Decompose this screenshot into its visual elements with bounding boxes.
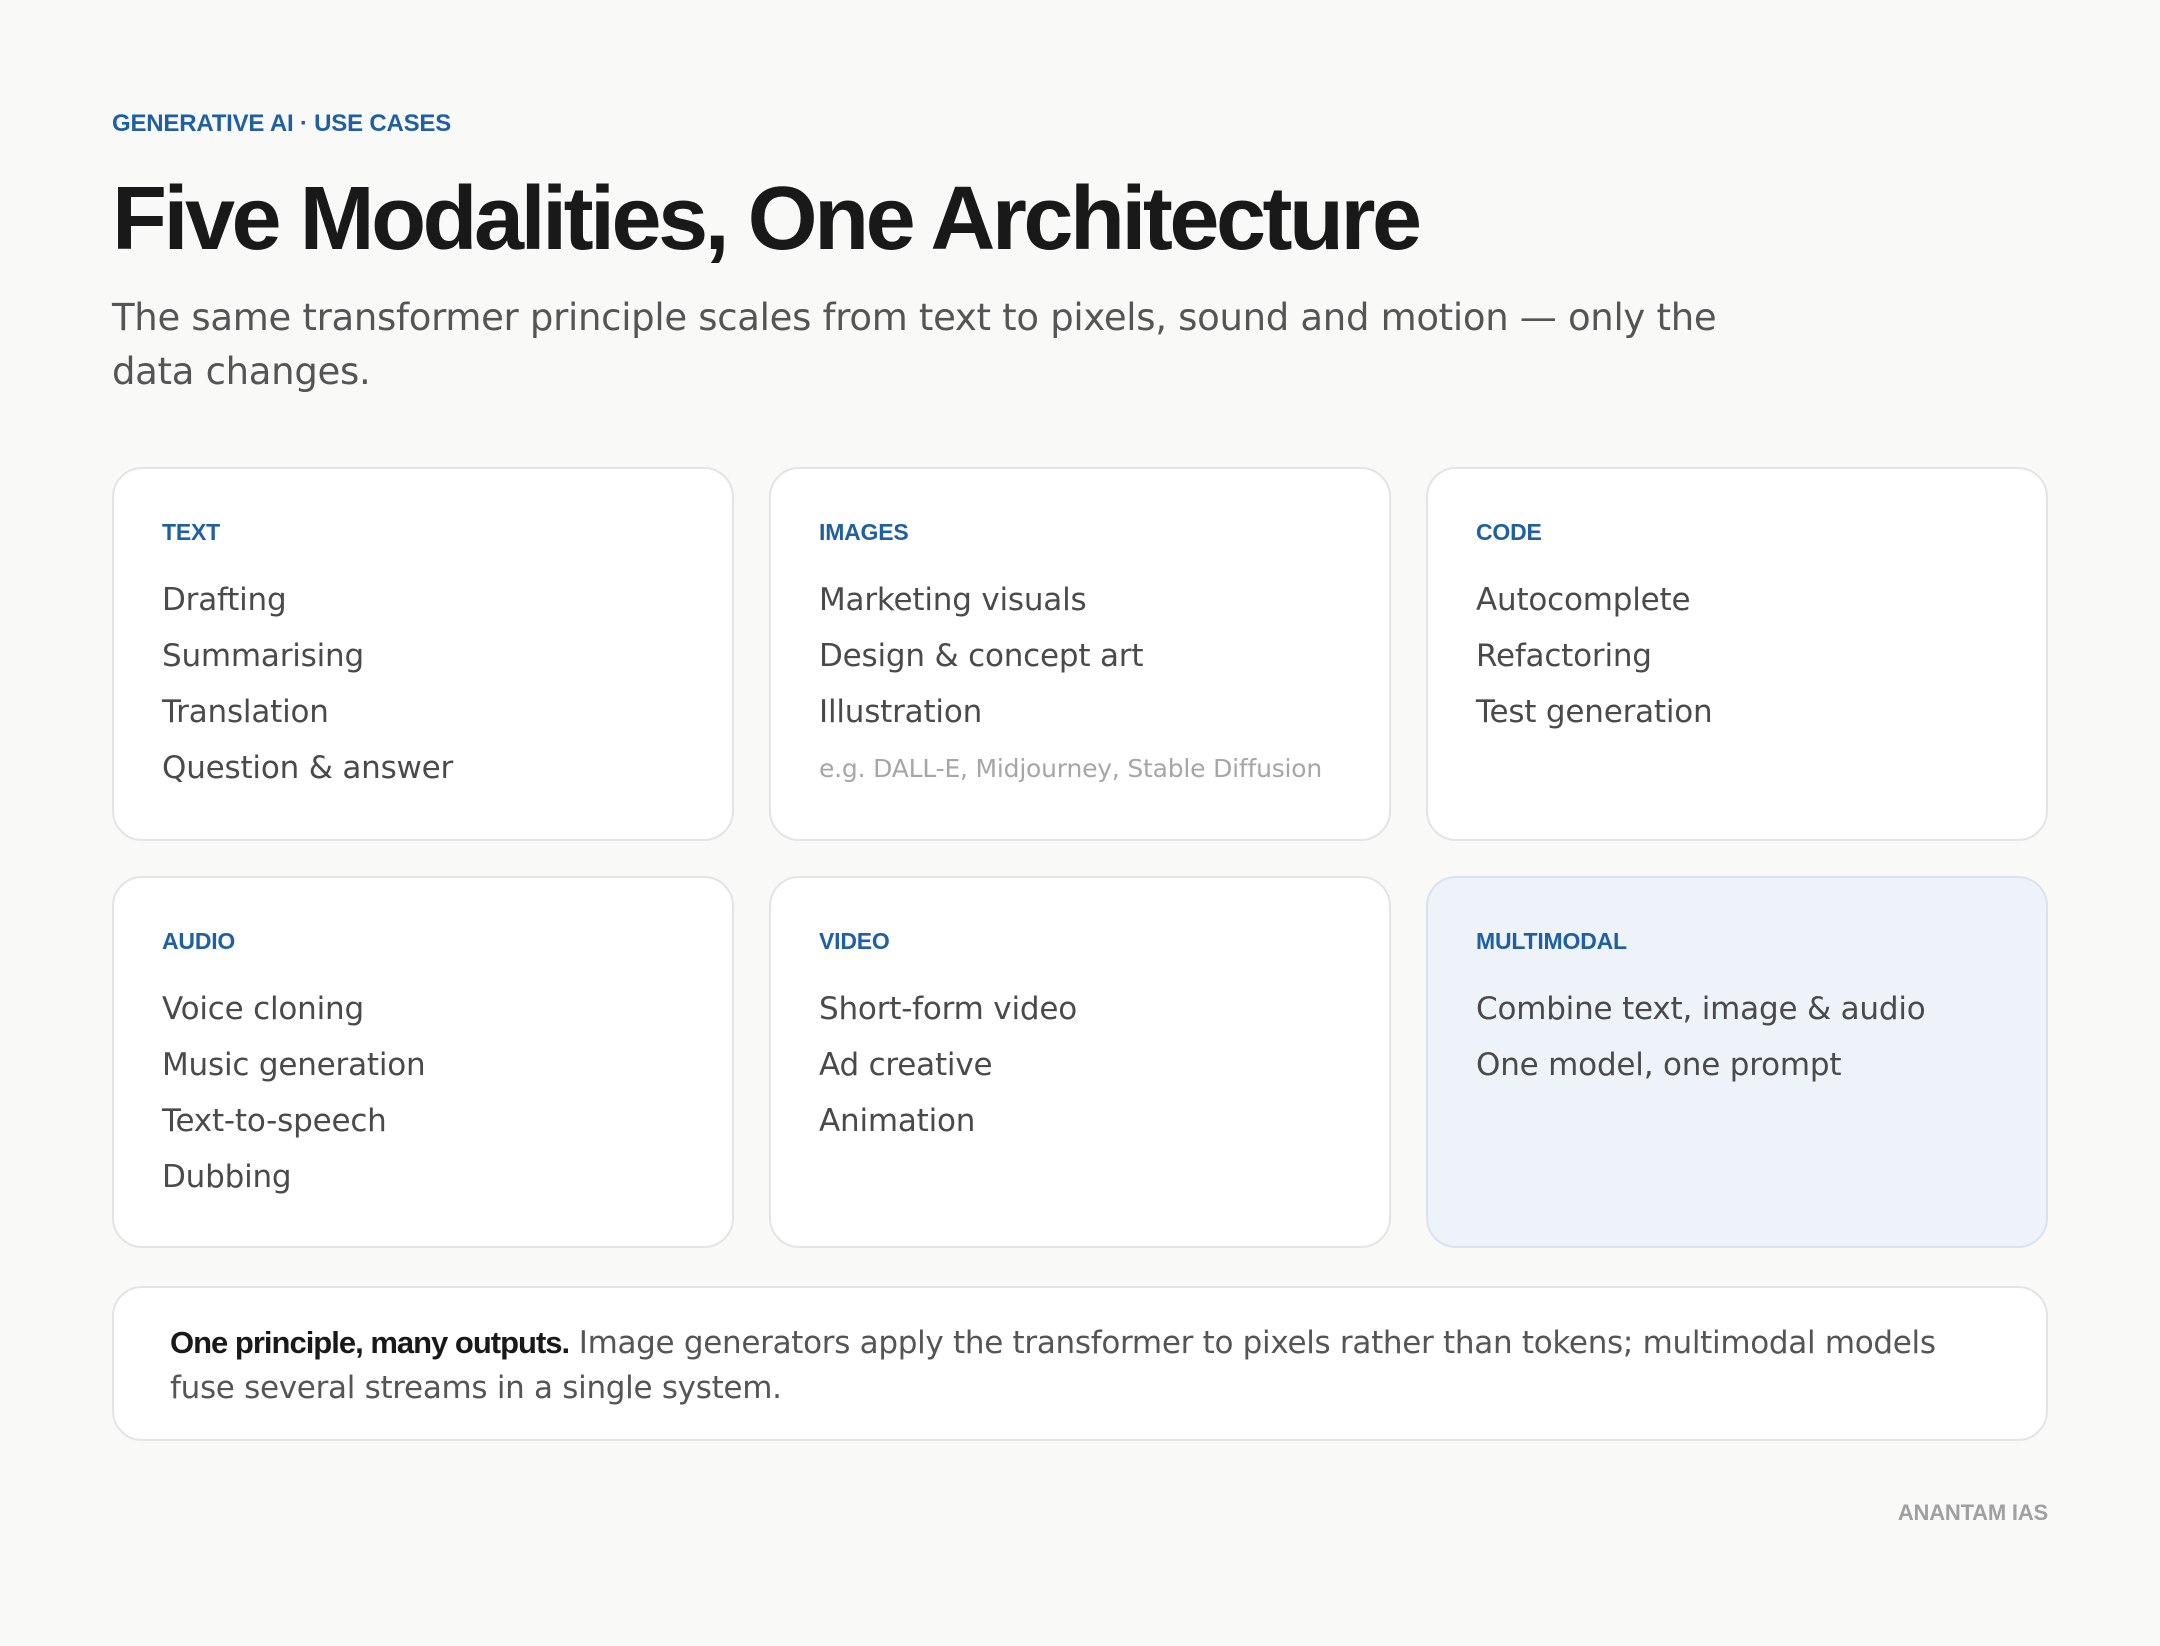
list-item: Text-to-speech [162,1103,387,1139]
card-list: Voice cloning Music generation Text-to-s… [162,981,684,1205]
modality-grid: TEXT Drafting Summarising Translation Qu… [112,467,2048,1248]
card-list: Short-form video Ad creative Animation [819,981,1341,1149]
list-item: Design & concept art [819,638,1144,674]
list-item: Test generation [1476,694,1713,730]
card-list: Autocomplete Refactoring Test generation [1476,572,1998,740]
card-list: Drafting Summarising Translation Questio… [162,572,684,796]
card-images: IMAGES Marketing visuals Design & concep… [769,467,1391,841]
callout-heading: One principle, many outputs. [170,1325,570,1360]
list-item: Drafting [162,582,287,618]
list-item: Autocomplete [1476,582,1691,618]
list-item: Marketing visuals [819,582,1087,618]
list-item: Question & answer [162,750,454,786]
card-audio: AUDIO Voice cloning Music generation Tex… [112,876,734,1248]
list-item: Summarising [162,638,364,674]
list-item: Short-form video [819,991,1077,1027]
list-item: Dubbing [162,1159,292,1195]
footer-brand: ANANTAM IAS [1897,1500,2048,1525]
card-label: MULTIMODAL [1476,928,1627,954]
list-item: Animation [819,1103,976,1139]
slide: GENERATIVE AI · USE CASES Five Modalitie… [112,110,2048,1525]
card-list: Marketing visuals Design & concept art I… [819,572,1341,740]
card-label: IMAGES [819,519,909,545]
card-video: VIDEO Short-form video Ad creative Anima… [769,876,1391,1248]
list-item: Illustration [819,694,983,730]
card-list: Combine text, image & audio One model, o… [1476,981,1998,1093]
card-label: AUDIO [162,928,236,954]
card-label: CODE [1476,519,1542,545]
summary-callout: One principle, many outputs. Image gener… [112,1286,2048,1441]
card-multimodal: MULTIMODAL Combine text, image & audio O… [1426,876,2048,1248]
page-subtitle: The same transformer principle scales fr… [112,295,1717,393]
list-item: Voice cloning [162,991,364,1027]
list-item: One model, one prompt [1476,1047,1842,1083]
page-title: Five Modalities, One Architecture [112,169,1422,269]
card-text: TEXT Drafting Summarising Translation Qu… [112,467,734,841]
card-label: VIDEO [819,928,890,954]
list-item: Combine text, image & audio [1476,991,1926,1027]
list-item: Music generation [162,1047,426,1083]
eyebrow-label: GENERATIVE AI · USE CASES [112,110,452,137]
list-item: Refactoring [1476,638,1652,674]
card-code: CODE Autocomplete Refactoring Test gener… [1426,467,2048,841]
list-item: Ad creative [819,1047,993,1083]
card-label: TEXT [162,519,220,545]
card-note: e.g. DALL-E, Midjourney, Stable Diffusio… [819,754,1323,783]
list-item: Translation [162,694,329,730]
